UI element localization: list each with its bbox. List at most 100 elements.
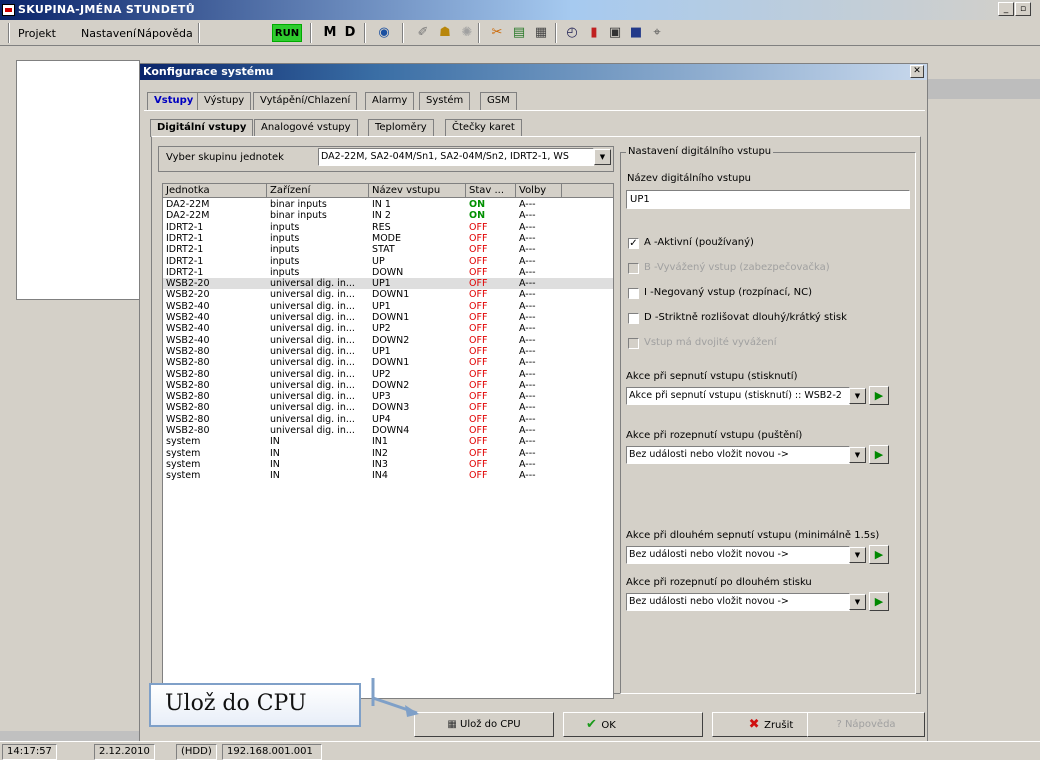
cell-options: A--- bbox=[519, 345, 536, 357]
horizontal-scrollbar[interactable] bbox=[0, 731, 139, 741]
table-row[interactable]: DA2-22M binar inputs IN 2 ON A--- bbox=[163, 210, 613, 221]
input-name-field[interactable]: UP1 bbox=[626, 190, 910, 209]
folder-icon[interactable]: ☗ bbox=[436, 24, 454, 42]
chevron-down-icon[interactable]: ▼ bbox=[849, 594, 866, 610]
grid-icon[interactable]: ▦ bbox=[532, 24, 550, 42]
table-row[interactable]: WSB2-80 universal dig. in... UP3 OFF A--- bbox=[163, 391, 613, 402]
table-row[interactable]: WSB2-20 universal dig. in... UP1 OFF A--- bbox=[163, 278, 613, 290]
settings-icon[interactable]: ✺ bbox=[458, 24, 476, 42]
table-row[interactable]: IDRT2-1 inputs DOWN OFF A--- bbox=[163, 267, 613, 278]
checkbox-strict[interactable] bbox=[628, 313, 639, 324]
cell-device: IN bbox=[270, 458, 280, 470]
column-header-nazev[interactable]: Název vstupu bbox=[369, 184, 466, 198]
run-indicator[interactable]: RUN bbox=[272, 24, 302, 42]
bar-chart-icon[interactable]: ▮ bbox=[585, 24, 603, 42]
table-row[interactable]: system IN IN3 OFF A--- bbox=[163, 459, 613, 470]
cell-options: A--- bbox=[519, 323, 536, 335]
table-row[interactable]: WSB2-80 universal dig. in... UP1 OFF A--- bbox=[163, 346, 613, 357]
pointer-icon[interactable]: ⌖ bbox=[648, 24, 666, 42]
add-event-icon[interactable]: ▶ bbox=[869, 592, 889, 611]
action-press-combo[interactable]: Akce při sepnutí vstupu (stisknutí) :: W… bbox=[626, 387, 850, 405]
restore-icon[interactable]: ▫ bbox=[1015, 2, 1031, 16]
document-icon[interactable]: ▣ bbox=[606, 24, 624, 42]
chart-icon[interactable]: ▤ bbox=[510, 24, 528, 42]
table-row[interactable]: system IN IN2 OFF A--- bbox=[163, 448, 613, 459]
table-row[interactable]: DA2-22M binar inputs IN 1 ON A--- bbox=[163, 199, 613, 210]
table-row[interactable]: WSB2-80 universal dig. in... DOWN1 OFF A--- bbox=[163, 357, 613, 368]
column-header-stav[interactable]: Stav ... bbox=[466, 184, 516, 198]
column-header-zarizeni[interactable]: Zařízení bbox=[267, 184, 369, 198]
tab-vystupy[interactable]: Výstupy bbox=[197, 92, 252, 110]
table-row[interactable]: WSB2-80 universal dig. in... UP4 OFF A--- bbox=[163, 414, 613, 425]
chevron-down-icon[interactable]: ▼ bbox=[849, 447, 866, 463]
checkbox-negated[interactable] bbox=[628, 288, 639, 299]
column-header-volby[interactable]: Volby bbox=[516, 184, 562, 198]
checkbox-active[interactable]: ✓ bbox=[628, 238, 639, 249]
status-time: 14:17:57 bbox=[2, 744, 57, 760]
cell-options: A--- bbox=[519, 266, 536, 278]
cell-unit: WSB2-80 bbox=[166, 345, 210, 357]
subtab-ctecky[interactable]: Čtečky karet bbox=[445, 119, 522, 137]
action-release-combo[interactable]: Bez události nebo vložit novou -> bbox=[626, 446, 850, 464]
table-row[interactable]: WSB2-40 universal dig. in... UP2 OFF A--- bbox=[163, 323, 613, 334]
table-row[interactable]: WSB2-40 universal dig. in... DOWN2 OFF A--- bbox=[163, 335, 613, 346]
cell-input-name: DOWN1 bbox=[372, 312, 410, 323]
chevron-down-icon[interactable]: ▼ bbox=[849, 388, 866, 404]
cell-input-name: IN 2 bbox=[372, 210, 391, 222]
chevron-down-icon[interactable]: ▼ bbox=[594, 149, 611, 165]
tab-gsm[interactable]: GSM bbox=[480, 92, 517, 110]
menu-nastaveni[interactable]: Nastavení bbox=[81, 27, 136, 40]
cell-state: OFF bbox=[469, 402, 488, 414]
tab-vstupy[interactable]: Vstupy bbox=[147, 92, 201, 110]
help-button[interactable]: ? Nápověda bbox=[807, 712, 925, 737]
clock-icon[interactable]: ◴ bbox=[563, 24, 581, 42]
minimize-icon[interactable]: _ bbox=[998, 2, 1014, 16]
cell-device: inputs bbox=[270, 266, 300, 278]
inputs-table[interactable]: Jednotka Zařízení Název vstupu Stav ... … bbox=[162, 183, 614, 699]
globe-icon[interactable]: ◉ bbox=[375, 24, 393, 42]
add-event-icon[interactable]: ▶ bbox=[869, 545, 889, 564]
monitor-icon[interactable]: ■ bbox=[627, 24, 645, 42]
cell-options: A--- bbox=[519, 334, 536, 346]
cell-state: OFF bbox=[469, 413, 488, 425]
add-event-icon[interactable]: ▶ bbox=[869, 445, 889, 464]
cell-state: OFF bbox=[469, 368, 488, 380]
action-long-release-combo[interactable]: Bez události nebo vložit novou -> bbox=[626, 593, 850, 611]
table-row[interactable]: system IN IN4 OFF A--- bbox=[163, 470, 613, 481]
table-row[interactable]: IDRT2-1 inputs STAT OFF A--- bbox=[163, 244, 613, 255]
table-row[interactable]: WSB2-80 universal dig. in... DOWN3 OFF A--- bbox=[163, 402, 613, 413]
table-row[interactable]: system IN IN1 OFF A--- bbox=[163, 436, 613, 447]
cell-options: A--- bbox=[519, 447, 536, 459]
menu-projekt[interactable]: Projekt bbox=[18, 27, 56, 40]
table-row[interactable]: IDRT2-1 inputs UP OFF A--- bbox=[163, 256, 613, 267]
subtab-analogove[interactable]: Analogové vstupy bbox=[254, 119, 358, 137]
action-long-press-combo[interactable]: Bez události nebo vložit novou -> bbox=[626, 546, 850, 564]
group-selector-combo[interactable]: DA2-22M, SA2-04M/Sn1, SA2-04M/Sn2, IDRT2… bbox=[318, 148, 594, 166]
cell-state: OFF bbox=[469, 447, 488, 459]
column-header-jednotka[interactable]: Jednotka bbox=[163, 184, 267, 198]
m-mode-button[interactable]: M bbox=[321, 24, 339, 42]
table-row[interactable]: WSB2-20 universal dig. in... DOWN1 OFF A--- bbox=[163, 289, 613, 300]
subtab-digitalni[interactable]: Digitální vstupy bbox=[150, 119, 254, 137]
table-row[interactable]: WSB2-80 universal dig. in... DOWN4 OFF A--- bbox=[163, 425, 613, 436]
tab-vytapeni[interactable]: Vytápění/Chlazení bbox=[253, 92, 358, 110]
chevron-down-icon[interactable]: ▼ bbox=[849, 547, 866, 563]
menu-napoveda[interactable]: Nápověda bbox=[137, 27, 193, 40]
table-row[interactable]: WSB2-80 universal dig. in... DOWN2 OFF A--- bbox=[163, 380, 613, 391]
close-icon[interactable]: ✕ bbox=[910, 65, 924, 78]
d-mode-button[interactable]: D bbox=[341, 24, 359, 42]
tab-system[interactable]: Systém bbox=[419, 92, 471, 110]
subtab-teplomery[interactable]: Teploměry bbox=[368, 119, 434, 137]
tools-icon[interactable]: ✂ bbox=[488, 24, 506, 42]
table-row[interactable]: WSB2-80 universal dig. in... UP2 OFF A--- bbox=[163, 369, 613, 380]
app-icon[interactable] bbox=[2, 4, 15, 16]
ok-button[interactable]: ✔ OK bbox=[563, 712, 703, 737]
table-row[interactable]: IDRT2-1 inputs MODE OFF A--- bbox=[163, 233, 613, 244]
cell-unit: IDRT2-1 bbox=[166, 221, 204, 233]
table-row[interactable]: WSB2-40 universal dig. in... DOWN1 OFF A--- bbox=[163, 312, 613, 323]
add-event-icon[interactable]: ▶ bbox=[869, 386, 889, 405]
link-icon[interactable]: ✐ bbox=[414, 24, 432, 42]
table-row[interactable]: WSB2-40 universal dig. in... UP1 OFF A--- bbox=[163, 301, 613, 312]
tab-alarmy[interactable]: Alarmy bbox=[365, 92, 415, 110]
table-row[interactable]: IDRT2-1 inputs RES OFF A--- bbox=[163, 222, 613, 233]
